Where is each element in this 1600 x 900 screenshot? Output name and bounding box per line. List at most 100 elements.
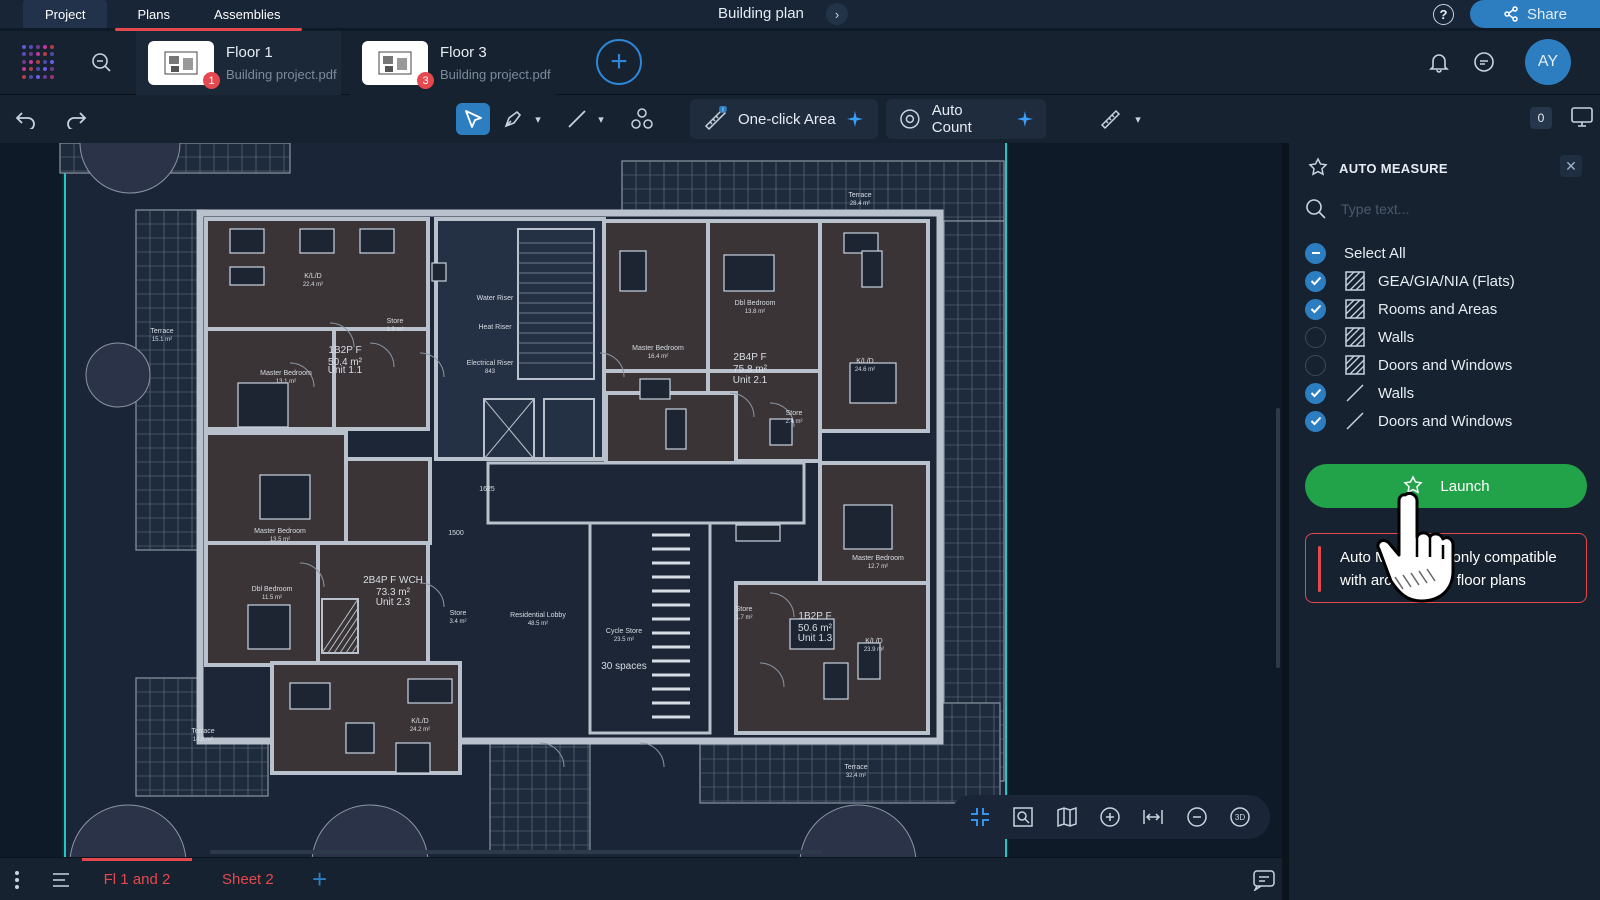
share-icon	[1504, 6, 1518, 22]
floor-file: Building project.pdf	[440, 67, 551, 82]
room-area: 24.6 m²	[855, 367, 875, 373]
count-tool-button[interactable]	[628, 103, 656, 135]
redo-icon[interactable]	[62, 103, 90, 135]
fit-icon[interactable]	[968, 805, 992, 829]
chevron-right-icon[interactable]: ›	[826, 3, 848, 25]
option-checkbox[interactable]	[1305, 298, 1326, 320]
svg-text:3D: 3D	[1235, 813, 1245, 822]
fit-width-icon[interactable]	[1141, 805, 1165, 829]
furniture	[229, 266, 265, 286]
pen-icon	[504, 110, 522, 128]
add-plan-button[interactable]: +	[596, 39, 642, 85]
floor-thumbnail: 1	[148, 41, 220, 89]
one-click-area-button[interactable]: ! One-click Area	[690, 99, 878, 139]
option-checkbox[interactable]	[1305, 326, 1326, 348]
measure-chevron-down-icon[interactable]: ▾	[1130, 103, 1146, 135]
room-area: 22.4 m²	[303, 282, 323, 288]
sheet-bar: Fl 1 and 2 Sheet 2 +	[0, 857, 1282, 900]
share-button[interactable]: Share	[1470, 0, 1600, 28]
horizontal-scrollbar[interactable]	[210, 850, 822, 854]
zoom-controls: 3D	[950, 795, 1270, 839]
option-checkbox[interactable]	[1305, 354, 1326, 376]
pen-chevron-down-icon[interactable]: ▾	[530, 103, 546, 135]
option-checkbox[interactable]	[1305, 382, 1326, 404]
option-checkbox[interactable]	[1305, 270, 1326, 292]
room-label: Terrace	[150, 328, 173, 335]
panel-divider[interactable]	[1282, 143, 1289, 900]
furniture	[407, 678, 453, 704]
zoom-in-icon[interactable]	[1098, 805, 1122, 829]
plan-canvas[interactable]: K/L/D 22.4 m² 1B2P F 50.4 m² Unit 1.1 Master …	[0, 143, 1282, 857]
list-icon[interactable]	[50, 870, 72, 890]
close-icon[interactable]: ✕	[1560, 155, 1582, 177]
room-label: Unit 1.3	[798, 633, 833, 644]
room-label: Unit 2.1	[733, 375, 768, 386]
monitor-icon[interactable]	[1570, 106, 1594, 128]
room-area: 11.5 m²	[262, 595, 282, 601]
measure-option-row[interactable]: Doors and Windows	[1305, 407, 1595, 435]
option-checkbox[interactable]	[1305, 410, 1326, 432]
line-chevron-down-icon[interactable]: ▾	[593, 103, 609, 135]
add-sheet-button[interactable]: +	[312, 866, 327, 892]
top-bar: Project Plans Assemblies Building plan ›…	[0, 0, 1600, 31]
zoom-out-icon[interactable]	[1185, 805, 1209, 829]
furniture	[247, 604, 291, 650]
map-icon[interactable]	[1055, 805, 1079, 829]
chat-icon[interactable]	[1473, 51, 1495, 73]
room-label: K/L/D	[856, 358, 874, 365]
room-area: 28.4 m²	[850, 201, 870, 207]
comment-icon[interactable]	[1252, 869, 1276, 891]
floor-card-3[interactable]: 3 Floor 3 Building project.pdf	[350, 31, 555, 95]
plan-thumbnail-icon	[378, 51, 412, 75]
tab-plans[interactable]: Plans	[115, 0, 192, 28]
bell-icon[interactable]	[1428, 51, 1450, 73]
select-all-row[interactable]: Select All	[1305, 239, 1595, 267]
furniture	[259, 474, 311, 520]
measure-option-row[interactable]: Walls	[1305, 379, 1595, 407]
vertical-scrollbar[interactable]	[1276, 408, 1280, 668]
sparkle-icon	[1017, 111, 1034, 127]
search-icon	[1306, 199, 1326, 219]
search-input[interactable]	[1341, 201, 1561, 217]
zoom-area-icon[interactable]	[1011, 805, 1035, 829]
3d-view-icon[interactable]: 3D	[1228, 805, 1252, 829]
more-vertical-icon[interactable]	[14, 870, 20, 890]
auto-count-button[interactable]: Auto Count	[886, 99, 1046, 139]
sheet-tab-1[interactable]: Fl 1 and 2	[82, 858, 192, 900]
line-tool-button[interactable]	[563, 103, 591, 135]
furniture	[861, 250, 883, 288]
tab-assemblies[interactable]: Assemblies	[192, 0, 302, 28]
furniture	[289, 682, 331, 710]
avatar[interactable]: AY	[1525, 39, 1571, 85]
measure-option-row[interactable]: GEA/GIA/NIA (Flats)	[1305, 267, 1595, 295]
floor-plan-drawing[interactable]: K/L/D22.4 m²1B2P F50.4 m²Unit 1.1Master …	[0, 143, 1282, 857]
zoom-search-icon[interactable]	[90, 51, 112, 73]
measure-option-row[interactable]: Walls	[1305, 323, 1595, 351]
room-area: 13.1 m²	[276, 379, 296, 385]
measure-option-row[interactable]: Rooms and Areas	[1305, 295, 1595, 323]
furniture	[843, 232, 879, 254]
room-label: Master Bedroom	[254, 528, 306, 535]
room-area: 13.5 m²	[270, 537, 290, 543]
help-icon[interactable]: ?	[1433, 4, 1454, 25]
floor-name: Floor 3	[440, 44, 487, 61]
room-area: 15.1 m²	[152, 337, 172, 343]
pen-tool-button[interactable]	[500, 103, 526, 135]
floor-card-1[interactable]: 1 Floor 1 Building project.pdf	[136, 31, 341, 95]
room-area: 1.9 m²	[386, 327, 403, 333]
furniture	[345, 722, 375, 754]
undo-icon[interactable]	[12, 103, 40, 135]
count-badge: 0	[1530, 107, 1552, 129]
select-all-checkbox[interactable]	[1305, 242, 1326, 264]
floor-name: Floor 1	[226, 44, 273, 61]
room-label: 1500	[448, 530, 464, 537]
measure-tool-button[interactable]	[1095, 103, 1125, 135]
room-label: Master Bedroom	[632, 345, 684, 352]
tab-project[interactable]: Project	[23, 0, 108, 28]
room-label: Store	[736, 606, 753, 613]
app-logo[interactable]	[22, 45, 56, 79]
measure-option-row[interactable]: Doors and Windows	[1305, 351, 1595, 379]
sheet-tab-2[interactable]: Sheet 2	[222, 858, 274, 900]
select-tool-button[interactable]	[456, 103, 490, 135]
document-title[interactable]: Building plan	[718, 5, 804, 22]
